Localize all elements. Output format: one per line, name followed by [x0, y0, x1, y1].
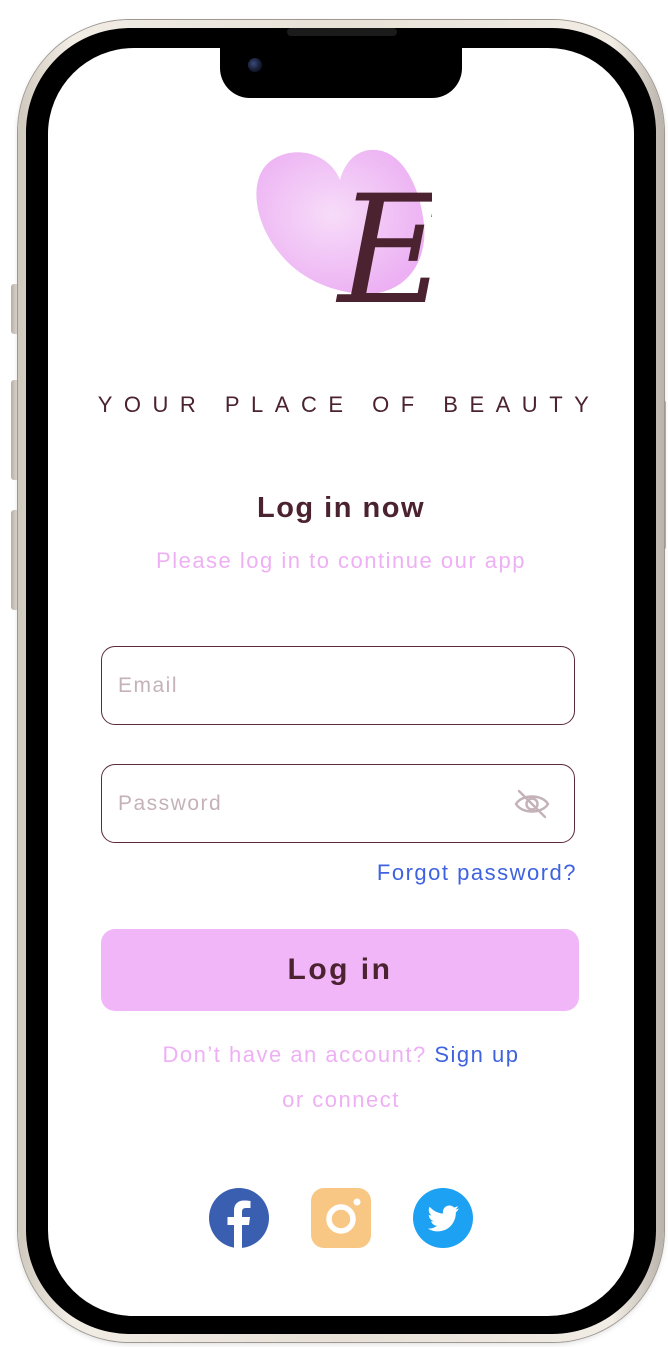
instagram-icon[interactable]	[311, 1188, 371, 1248]
device-mockup: E YOUR PLACE OF BEAUTY Log in now Please…	[0, 0, 668, 1347]
password-field[interactable]	[101, 764, 575, 843]
front-camera	[248, 58, 262, 72]
volume-down-button	[11, 510, 18, 610]
login-button[interactable]: Log in	[101, 929, 579, 1011]
forgot-password-link[interactable]: Forgot password?	[377, 860, 577, 886]
or-connect-label: or connect	[282, 1087, 400, 1112]
facebook-icon[interactable]	[209, 1188, 269, 1248]
twitter-icon[interactable]	[413, 1188, 473, 1248]
page-title: Log in now	[256, 492, 425, 524]
brand-tagline: YOUR PLACE OF BEAUTY	[97, 392, 601, 417]
logo-letter: E	[335, 164, 432, 316]
earpiece-speaker	[287, 28, 397, 36]
brand-logo: E	[256, 149, 432, 316]
camera-notch	[220, 48, 462, 98]
signup-prompt: Don’t have an account? Sign up	[48, 1042, 634, 1068]
password-input[interactable]	[118, 765, 498, 842]
app-screen: E YOUR PLACE OF BEAUTY Log in now Please…	[48, 48, 634, 1316]
email-input[interactable]	[118, 647, 498, 724]
signup-question: Don’t have an account?	[162, 1042, 427, 1067]
signup-link[interactable]: Sign up	[434, 1042, 519, 1067]
eye-off-icon[interactable]	[514, 789, 550, 819]
page-subtitle: Please log in to continue our app	[156, 548, 526, 573]
email-field[interactable]	[101, 646, 575, 725]
silent-switch	[11, 284, 18, 334]
volume-up-button	[11, 380, 18, 480]
